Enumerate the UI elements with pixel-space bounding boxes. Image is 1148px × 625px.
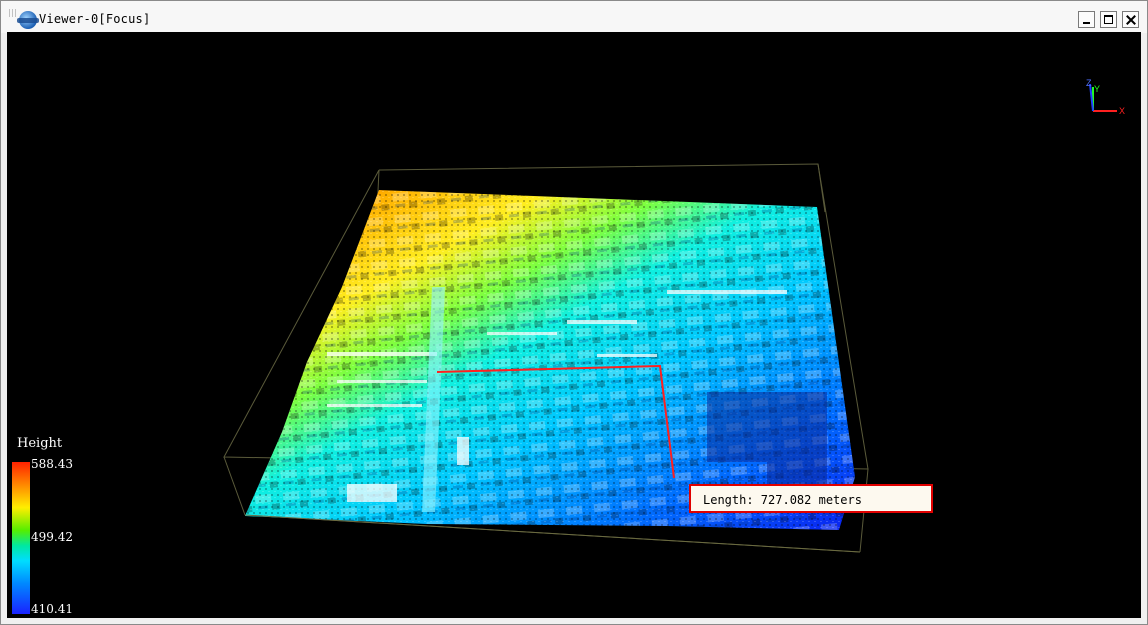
lidar-app-icon [17,11,39,29]
maximize-button[interactable] [1100,11,1117,28]
window-title: Viewer-0[Focus] [39,12,151,26]
height-colorbar [12,462,30,614]
axis-z-label: Z [1086,78,1092,88]
title-bar[interactable]: Viewer-0[Focus] [1,1,1147,33]
drag-grip-icon[interactable] [9,9,17,17]
axis-x-label: X [1119,106,1125,116]
axis-y-label: Y [1094,84,1100,94]
terrain-point-cloud [245,190,855,530]
legend-mid-value: 499.42 [31,530,73,544]
measurement-length-text: Length: 727.082 meters [703,493,862,507]
minimize-button[interactable] [1078,11,1095,28]
point-cloud-scene: X Y Z [223,78,1125,553]
close-button[interactable] [1122,11,1139,28]
legend-max-value: 588.43 [31,457,73,471]
axis-gizmo-icon: X Y Z [1086,78,1125,116]
legend-title: Height [17,436,63,451]
measurement-label: Length: 727.082 meters [689,484,933,513]
point-cloud-viewport[interactable]: X Y Z Height 588.43 499.42 410.41 Length… [7,32,1141,618]
legend-min-value: 410.41 [31,602,73,616]
